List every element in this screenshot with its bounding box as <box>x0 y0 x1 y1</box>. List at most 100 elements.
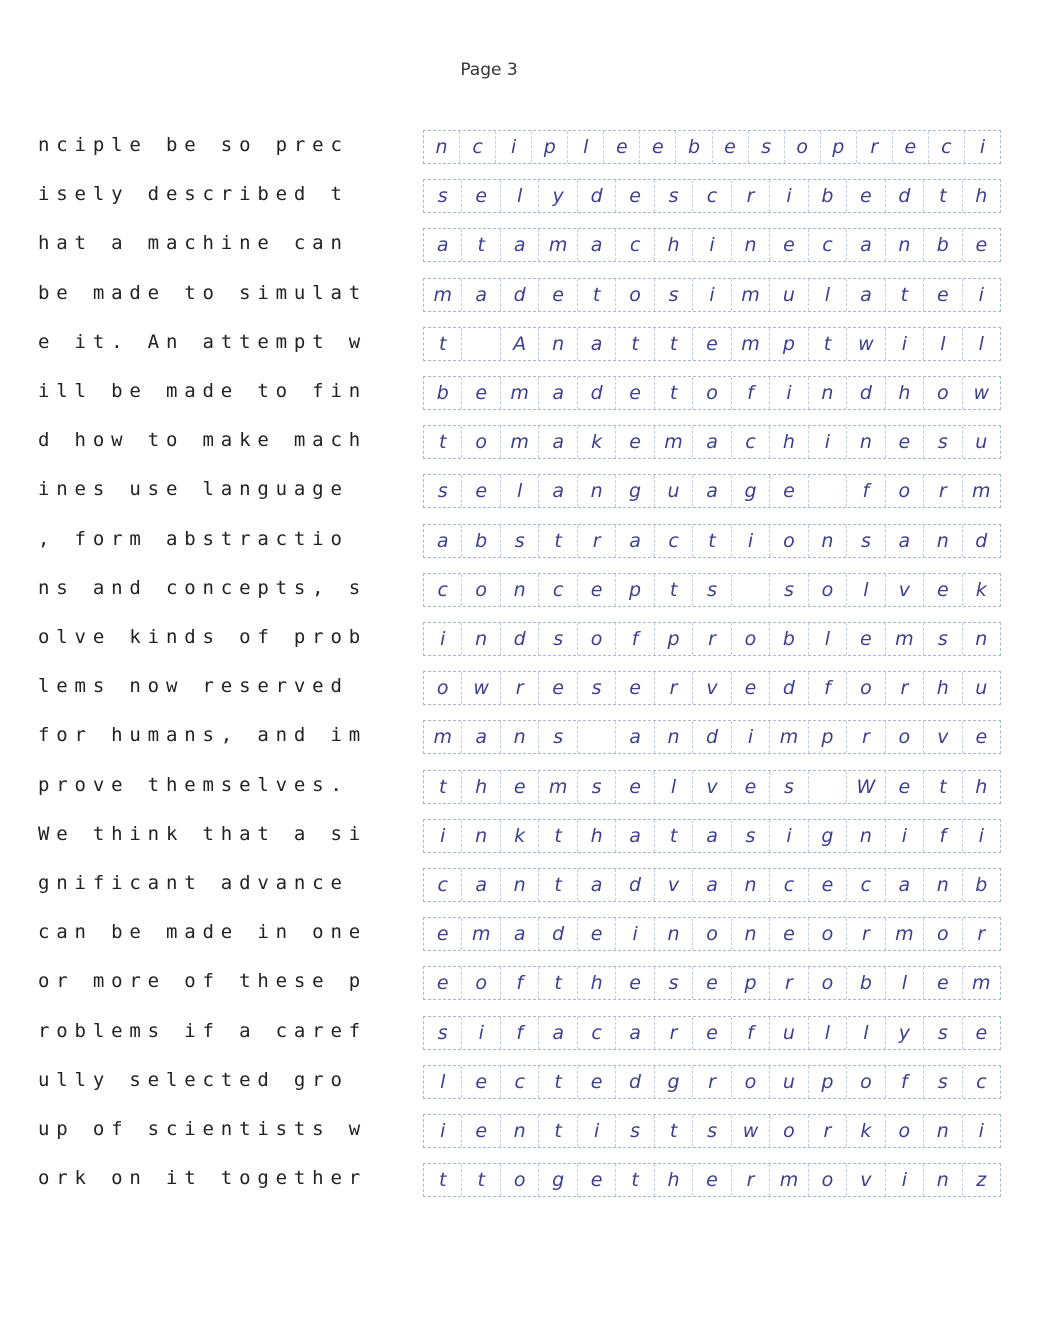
handwritten-letter: s <box>924 426 963 459</box>
handwritten-letter: t <box>578 278 617 311</box>
handwritten-letter: n <box>462 623 501 655</box>
handwritten-letter: o <box>924 377 963 409</box>
handwritten-letter: n <box>732 869 771 901</box>
handwritten-letter: h <box>578 967 617 1000</box>
handwritten-letter: a <box>886 869 925 901</box>
handwritten-letter: a <box>462 278 501 311</box>
handwritten-letter: a <box>539 377 578 409</box>
handwriting-grid: indsofproblemsn <box>423 622 1001 656</box>
practice-row: ill be made to fin b e m a d e t o f i n d h o w <box>0 376 1059 416</box>
handwritten-letter: d <box>578 377 617 409</box>
handwriting-grid: ncipleebesopreci <box>423 130 1001 164</box>
handwritten-letter: e <box>640 131 677 163</box>
handwritten-letter: f <box>501 967 540 1000</box>
handwritten-letter: c <box>424 573 463 606</box>
handwritten-letter: u <box>975 677 988 700</box>
handwritten-letter: r <box>655 1016 694 1049</box>
handwritten-letter: s <box>693 573 732 606</box>
handwritten-letter: o <box>501 1164 540 1197</box>
printed-text-line: for humans, and im <box>38 724 368 747</box>
handwritten-letter: n <box>578 475 617 508</box>
handwritten-letter: d <box>501 278 540 311</box>
handwritten-letter: a <box>501 229 540 262</box>
handwritten-letter: i <box>616 918 655 951</box>
practice-row: olve kinds of prob i n d s o f p r o b l e m s n <box>0 622 1059 662</box>
handwritten-letter: l <box>655 770 694 803</box>
handwritten-letter: o <box>732 1065 771 1098</box>
handwritten-letter: o <box>693 918 732 951</box>
handwritten-letter: c <box>501 1065 540 1098</box>
handwritten-letter: i <box>886 819 925 852</box>
handwritten-letter: e <box>462 1115 501 1147</box>
handwritten-letter: a <box>424 524 463 557</box>
printed-text-line: d how to make mach <box>38 429 368 452</box>
handwritten-letter: a <box>693 475 732 508</box>
handwritten-letter: s <box>578 672 617 705</box>
handwritten-letter: a <box>847 229 886 262</box>
handwriting-grid: lectedgroupofsc <box>423 1064 1001 1099</box>
handwritten-letter: h <box>578 819 617 852</box>
handwritten-letter: e <box>809 869 848 901</box>
handwritten-letter: m <box>655 426 694 459</box>
handwritten-letter: n <box>539 327 578 360</box>
handwriting-grid: conceptssolvek <box>423 572 1001 607</box>
handwritten-letter: n <box>847 426 886 459</box>
handwritten-letter: r <box>732 1164 771 1197</box>
handwritten-letter: t <box>424 770 463 803</box>
handwritten-letter: w <box>732 1115 771 1147</box>
handwritten-letter <box>462 327 501 360</box>
handwritten-letter: a <box>578 869 617 901</box>
handwritten-letter: b <box>770 623 809 655</box>
handwritten-letter: t <box>616 327 655 360</box>
handwritten-letter: i <box>770 819 809 852</box>
handwritten-letter: u <box>770 1065 809 1098</box>
practice-row: ork on it together t t o g e t h e r m o v i n z <box>0 1163 1059 1203</box>
printed-text-line: ns and concepts, s <box>38 576 368 599</box>
handwritten-letter: m <box>501 426 540 459</box>
handwritten-letter: o <box>886 1115 925 1147</box>
handwritten-letter: o <box>462 573 501 606</box>
handwritten-letter: t <box>424 327 463 360</box>
practice-row: or more of these peoftheseproblem <box>0 966 1059 1006</box>
handwritten-letter: p <box>532 131 569 163</box>
handwritten-letter: o <box>785 131 821 163</box>
handwritten-letter: e <box>847 623 886 655</box>
handwritten-letter: p <box>821 131 857 163</box>
handwritten-letter: e <box>770 918 809 951</box>
handwritten-letter: l <box>847 1016 886 1049</box>
handwritten-letter: y <box>539 180 578 213</box>
printed-text-line: up of scientists w <box>38 1118 368 1140</box>
handwritten-letter: e <box>616 180 655 213</box>
handwritten-letter: i <box>732 524 771 557</box>
handwritten-letter: f <box>732 377 771 409</box>
handwritten-letter: e <box>732 770 771 803</box>
handwritten-letter: t <box>655 819 694 852</box>
handwritten-letter: l <box>847 573 886 606</box>
handwritten-letter: d <box>886 180 925 213</box>
handwritten-letter: e <box>616 377 655 409</box>
handwritten-letter: e <box>975 1021 988 1044</box>
handwritten-letter: i <box>770 377 809 409</box>
handwritten-letter: m <box>972 972 991 995</box>
handwritten-letter: o <box>809 573 848 606</box>
handwritten-letter: n <box>424 131 461 163</box>
handwritten-letter: a <box>539 1016 578 1049</box>
handwritten-letter: c <box>655 524 694 557</box>
handwritten-letter: a <box>616 721 655 754</box>
handwritten-letter: r <box>770 967 809 1000</box>
handwritten-letter: i <box>886 1164 925 1197</box>
handwritten-letter: f <box>616 623 655 655</box>
handwritten-letter: a <box>693 869 732 901</box>
handwritten-letter: c <box>460 131 497 163</box>
handwritten-letter: l <box>809 278 848 311</box>
handwritten-letter: n <box>655 721 694 754</box>
handwritten-letter: e <box>770 229 809 262</box>
handwritten-letter: o <box>770 524 809 557</box>
handwritten-letter: f <box>886 1065 925 1098</box>
handwritten-letter: e <box>693 1164 732 1197</box>
handwritten-letter: e <box>462 475 501 508</box>
handwritten-letter: o <box>693 377 732 409</box>
handwritten-letter: w <box>973 382 990 404</box>
handwritten-letter: e <box>539 278 578 311</box>
handwritten-letter: t <box>539 1115 578 1147</box>
